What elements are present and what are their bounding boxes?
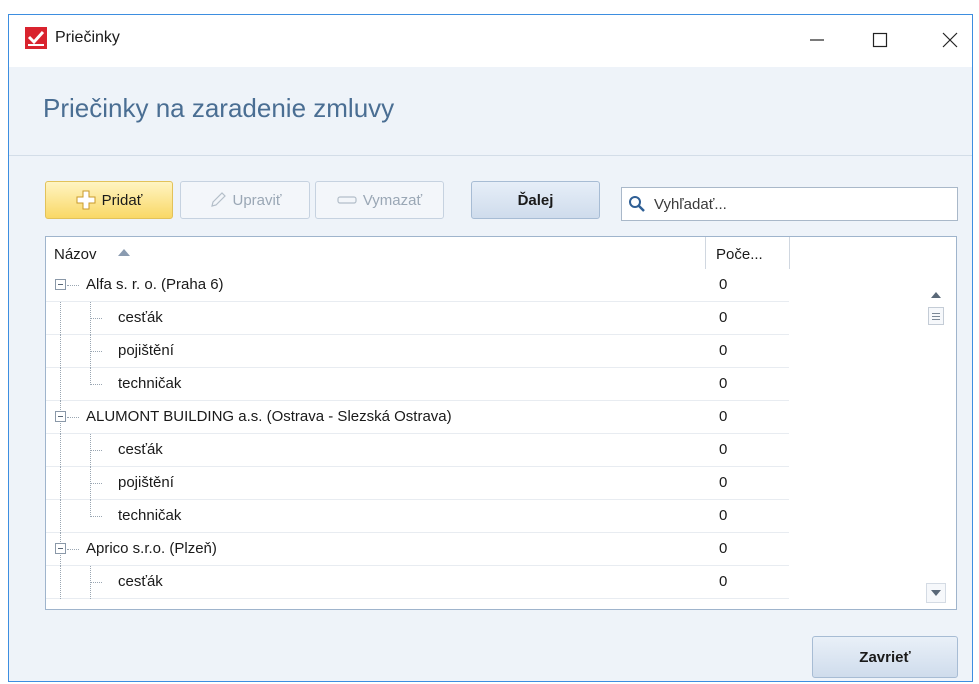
row-label: cesťák [118, 441, 163, 458]
minus-icon [337, 196, 357, 204]
row-count: 0 [719, 408, 728, 425]
tree-connector [90, 483, 102, 484]
tree-connector [60, 467, 61, 500]
tree-connector [90, 335, 91, 368]
tree-connector [90, 516, 102, 517]
column-header-count[interactable]: Poče... [716, 246, 763, 263]
row-count: 0 [719, 276, 728, 293]
row-count: 0 [719, 441, 728, 458]
row-count: 0 [719, 474, 728, 491]
tree-connector [90, 467, 91, 500]
tree-row-parent[interactable]: ALUMONT BUILDING a.s. (Ostrava - Slezská… [46, 401, 789, 434]
tree-connector [90, 434, 91, 467]
row-count: 0 [719, 540, 728, 557]
app-logo-icon [25, 27, 47, 49]
add-button[interactable]: Pridať [45, 181, 173, 219]
plus-icon [76, 190, 96, 210]
tree-connector [60, 368, 61, 401]
row-count: 0 [719, 573, 728, 590]
dialog-window: Priečinky Priečinky na zaradenie zmluvy … [8, 14, 973, 682]
scroll-down-button[interactable] [926, 583, 946, 603]
tree-connector [90, 450, 102, 451]
page-title: Priečinky na zaradenie zmluvy [43, 93, 395, 123]
tree-connector [90, 582, 102, 583]
row-label: techničak [118, 507, 182, 524]
row-count: 0 [719, 309, 728, 326]
window-title: Priečinky [55, 29, 120, 46]
minimize-button[interactable] [794, 23, 840, 57]
row-count: 0 [719, 507, 728, 524]
tree-rows: Alfa s. r. o. (Praha 6) 0 cesťák 0 pojiš… [46, 269, 789, 599]
maximize-button[interactable] [857, 23, 903, 57]
edit-button-label: Upraviť [232, 191, 282, 209]
title-bar: Priečinky [9, 15, 972, 67]
tree-connector [60, 302, 61, 335]
collapse-icon[interactable] [55, 411, 66, 422]
search-input[interactable] [652, 194, 946, 214]
tree-row-child[interactable]: cesťák 0 [46, 566, 789, 599]
tree-connector [90, 302, 91, 335]
search-icon [629, 196, 645, 212]
tree-connector [60, 335, 61, 368]
scroll-thumb[interactable] [928, 307, 944, 325]
column-divider [789, 237, 790, 269]
dialog-header: Priečinky na zaradenie zmluvy [9, 67, 972, 156]
tree-row-child[interactable]: techničak 0 [46, 500, 789, 533]
scroll-up-button[interactable] [926, 285, 946, 305]
tree-connector [60, 434, 61, 467]
tree-connector [67, 285, 79, 286]
edit-button[interactable]: Upraviť [180, 181, 310, 219]
tree-connector [90, 318, 102, 319]
tree-connector [60, 500, 61, 533]
tree-row-child[interactable]: pojištění 0 [46, 467, 789, 500]
pencil-icon [210, 192, 226, 207]
tree-row-child[interactable]: cesťák 0 [46, 302, 789, 335]
grid-header: Názov Poče... [46, 237, 790, 269]
tree-connector [90, 368, 91, 385]
row-label: Aprico s.r.o. (Plzeň) [86, 540, 217, 557]
tree-connector [90, 384, 102, 385]
row-label: pojištění [118, 474, 174, 491]
row-count: 0 [719, 342, 728, 359]
row-label: pojištění [118, 342, 174, 359]
tree-connector [60, 566, 61, 599]
folders-tree-grid: Názov Poče... Alfa s. r. o. (Praha 6) 0 … [45, 236, 957, 610]
next-button-label: Ďalej [517, 191, 554, 209]
minimize-icon [810, 39, 824, 41]
tree-row-parent[interactable]: Aprico s.r.o. (Plzeň) 0 [46, 533, 789, 566]
tree-connector [67, 417, 79, 418]
row-label: techničak [118, 375, 182, 392]
tree-row-child[interactable]: pojištění 0 [46, 335, 789, 368]
row-label: cesťák [118, 573, 163, 590]
tree-connector [90, 351, 102, 352]
arrow-down-icon [931, 590, 941, 596]
row-label: cesťák [118, 309, 163, 326]
row-count: 0 [719, 375, 728, 392]
maximize-icon [872, 32, 888, 48]
tree-row-child[interactable]: techničak 0 [46, 368, 789, 401]
next-button[interactable]: Ďalej [471, 181, 600, 219]
arrow-up-icon [931, 292, 941, 298]
close-button-label: Zavrieť [859, 648, 911, 666]
collapse-icon[interactable] [55, 279, 66, 290]
tree-row-child[interactable]: cesťák 0 [46, 434, 789, 467]
tree-connector [90, 566, 91, 599]
close-window-button[interactable] [927, 23, 973, 57]
row-label: ALUMONT BUILDING a.s. (Ostrava - Slezská… [86, 408, 452, 425]
row-label: Alfa s. r. o. (Praha 6) [86, 276, 224, 293]
tree-connector [67, 549, 79, 550]
tree-connector [90, 500, 91, 517]
vertical-scrollbar[interactable] [926, 285, 946, 603]
close-button[interactable]: Zavrieť [812, 636, 958, 678]
delete-button[interactable]: Vymazať [315, 181, 444, 219]
tree-row-parent[interactable]: Alfa s. r. o. (Praha 6) 0 [46, 269, 789, 302]
close-icon [942, 32, 958, 48]
delete-button-label: Vymazať [362, 191, 423, 209]
sort-ascending-icon [118, 249, 130, 256]
column-divider [705, 237, 706, 269]
add-button-label: Pridať [101, 191, 143, 209]
column-header-name[interactable]: Názov [54, 246, 97, 263]
collapse-icon[interactable] [55, 543, 66, 554]
search-box[interactable] [621, 187, 958, 221]
